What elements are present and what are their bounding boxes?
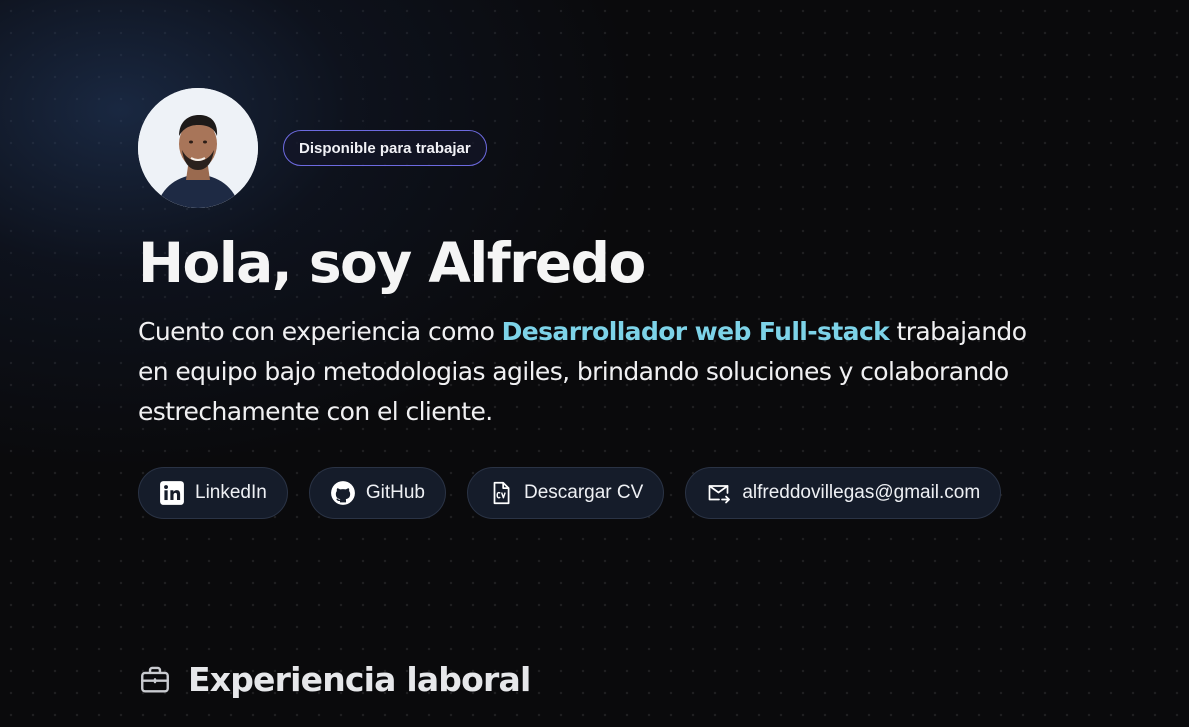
contact-links: LinkedIn GitHub Descargar CV alfreddovil… xyxy=(138,467,1098,519)
github-icon xyxy=(330,480,356,506)
github-label: GitHub xyxy=(365,482,425,503)
cv-file-icon xyxy=(488,480,514,506)
hero-section: Disponible para trabajar Hola, soy Alfre… xyxy=(138,88,1098,519)
experience-section-heading: Experiencia laboral xyxy=(138,660,531,699)
avatar xyxy=(138,88,258,208)
intro-paragraph: Cuento con experiencia como Desarrollado… xyxy=(138,312,1038,432)
page-title: Hola, soy Alfredo xyxy=(138,231,646,295)
email-button[interactable]: alfreddovillegas@gmail.com xyxy=(685,467,1002,519)
availability-badge: Disponible para trabajar xyxy=(283,130,487,166)
linkedin-button[interactable]: LinkedIn xyxy=(138,467,288,519)
avatar-portrait-image xyxy=(138,88,258,208)
download-cv-button[interactable]: Descargar CV xyxy=(466,467,665,519)
profile-row: Disponible para trabajar xyxy=(138,88,1098,208)
intro-highlight: Desarrollador web Full-stack xyxy=(501,317,890,346)
linkedin-icon xyxy=(159,480,185,506)
linkedin-label: LinkedIn xyxy=(195,482,267,503)
download-cv-label: Descargar CV xyxy=(523,482,644,503)
github-button[interactable]: GitHub xyxy=(308,467,446,519)
briefcase-icon xyxy=(138,663,172,697)
experience-section-title: Experiencia laboral xyxy=(188,660,531,699)
email-label: alfreddovillegas@gmail.com xyxy=(742,482,981,503)
mail-icon xyxy=(706,480,732,506)
intro-text-start: Cuento con experiencia como xyxy=(138,317,502,346)
